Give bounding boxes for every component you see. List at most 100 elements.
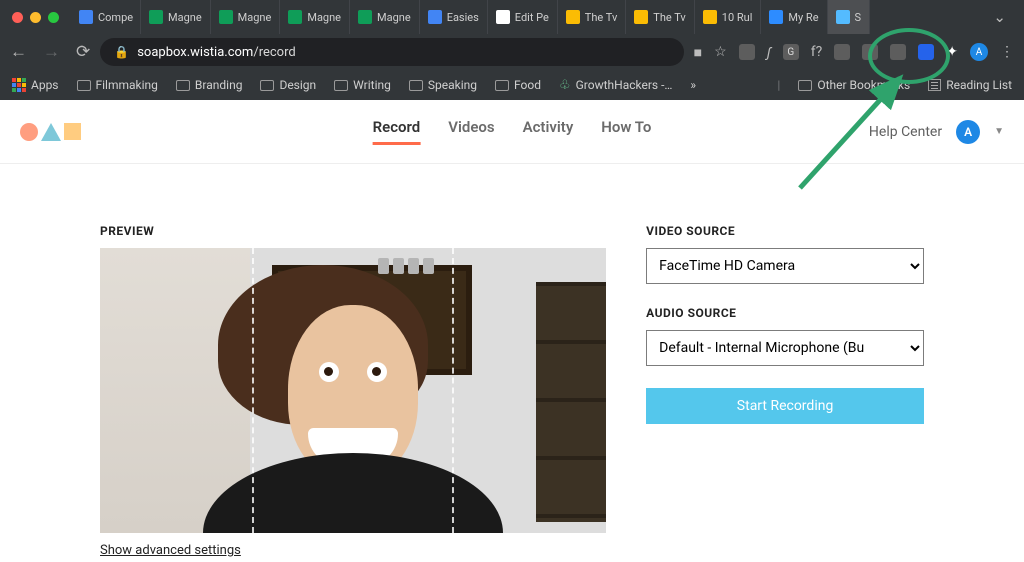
app-topnav: Record Videos Activity How To Help Center A…	[0, 100, 1024, 164]
folder-icon	[495, 80, 509, 91]
kebab-menu-icon[interactable]: ⋮	[1000, 44, 1014, 60]
browser-tab[interactable]: Magne	[141, 0, 211, 34]
preview-label: PREVIEW	[100, 224, 606, 238]
tab-label: Edit Pe	[515, 11, 549, 24]
ext-icon-7[interactable]	[890, 44, 906, 60]
advanced-settings-link[interactable]: Show advanced settings	[100, 543, 241, 558]
camera-icon[interactable]: ■	[694, 44, 702, 61]
apps-shortcut[interactable]: Apps	[12, 78, 59, 92]
browser-tab[interactable]: Easies	[420, 0, 488, 34]
bookmark-label: Branding	[195, 78, 243, 92]
logo-square-icon	[64, 123, 81, 140]
tab-strip: CompeMagneMagneMagneMagneEasiesEdit PeTh…	[71, 0, 977, 34]
tab-label: Easies	[447, 11, 479, 24]
camera-preview	[100, 248, 606, 533]
bookmark-label: Writing	[353, 78, 391, 92]
browser-tab[interactable]: The Tv	[626, 0, 694, 34]
back-icon[interactable]: ←	[10, 44, 27, 61]
logo-triangle-icon	[41, 123, 61, 141]
bookmark-folder[interactable]: Food	[495, 78, 541, 92]
browser-tab[interactable]: Compe	[71, 0, 141, 34]
reading-list[interactable]: Reading List	[928, 78, 1012, 92]
start-recording-button[interactable]: Start Recording	[646, 388, 924, 424]
folder-icon	[798, 80, 812, 91]
tab-label: S	[855, 11, 862, 24]
bookmark-folder[interactable]: Branding	[176, 78, 243, 92]
nav-link-videos[interactable]: Videos	[448, 118, 494, 145]
bookmark-folder[interactable]: Writing	[334, 78, 391, 92]
help-center-link[interactable]: Help Center	[869, 124, 942, 140]
nav-link-activity[interactable]: Activity	[523, 118, 574, 145]
ext-icon-6[interactable]	[862, 44, 878, 60]
reading-list-label: Reading List	[946, 78, 1012, 92]
tab-label: Magne	[307, 11, 341, 24]
ext-icon-5[interactable]	[834, 44, 850, 60]
tab-label: Compe	[98, 11, 133, 24]
docs-favicon	[428, 10, 442, 24]
bookmark-growthhackers[interactable]: ♧ GrowthHackers -…	[559, 78, 672, 93]
browser-tab[interactable]: 10 Rul	[695, 0, 762, 34]
window-controls[interactable]	[8, 12, 65, 23]
bookmark-folder[interactable]: Design	[260, 78, 316, 92]
chevron-down-icon[interactable]: ▼	[994, 126, 1004, 137]
bookmark-label: Design	[279, 78, 316, 92]
logo-circle-icon	[20, 123, 38, 141]
reading-list-icon	[928, 79, 941, 91]
browser-tab[interactable]: Magne	[211, 0, 281, 34]
ext-icon-3[interactable]: G	[783, 44, 799, 60]
bookmarks-bar: Apps Filmmaking Branding Design Writing Spea…	[0, 70, 1024, 100]
other-bookmarks[interactable]: Other Bookmarks	[798, 78, 910, 92]
folder-icon	[176, 80, 190, 91]
ext-icon-2[interactable]: ʃ	[767, 44, 771, 61]
bookmark-folder[interactable]: Filmmaking	[77, 78, 158, 92]
docs-favicon	[79, 10, 93, 24]
maximize-window-icon[interactable]	[48, 12, 59, 23]
forward-icon[interactable]: →	[43, 44, 60, 61]
browser-tab[interactable]: Magne	[350, 0, 420, 34]
browser-chrome: CompeMagneMagneMagneMagneEasiesEdit PeTh…	[0, 0, 1024, 100]
bookmark-label: Filmmaking	[96, 78, 158, 92]
bookmarks-overflow[interactable]: »	[690, 78, 696, 92]
toolbar-right: ■ ☆ ʃ G f? ✦ A ⋮	[694, 43, 1014, 61]
close-window-icon[interactable]	[12, 12, 23, 23]
nav-link-how-to[interactable]: How To	[601, 118, 651, 145]
wp-favicon	[496, 10, 510, 24]
url-text: soapbox.wistia.com/record	[137, 45, 296, 60]
url-field[interactable]: 🔒 soapbox.wistia.com/record	[100, 38, 683, 66]
bookmark-label: Food	[514, 78, 541, 92]
sheets-favicon	[288, 10, 302, 24]
folder-icon	[260, 80, 274, 91]
tab-label: My Re	[788, 11, 818, 24]
browser-tab[interactable]: Magne	[280, 0, 350, 34]
lock-icon: 🔒	[114, 45, 129, 59]
browser-tab[interactable]: My Re	[761, 0, 827, 34]
apps-icon	[12, 78, 26, 92]
reload-icon[interactable]: ⟳	[76, 44, 90, 61]
profile-avatar[interactable]: A	[970, 43, 988, 61]
tab-label: The Tv	[585, 11, 617, 24]
user-avatar[interactable]: A	[956, 120, 980, 144]
ext-icon-1[interactable]	[739, 44, 755, 60]
ext-icon-8[interactable]	[918, 44, 934, 60]
sheets-favicon	[358, 10, 372, 24]
star-icon[interactable]: ☆	[714, 44, 727, 60]
browser-tab[interactable]: S	[828, 0, 871, 34]
minimize-window-icon[interactable]	[30, 12, 41, 23]
address-bar: ← → ⟳ 🔒 soapbox.wistia.com/record ■ ☆ ʃ …	[0, 34, 1024, 70]
audio-source-label: AUDIO SOURCE	[646, 306, 924, 320]
chrome-favicon	[566, 10, 580, 24]
ext-icon-4[interactable]: f?	[811, 44, 822, 60]
extensions-icon[interactable]: ✦	[946, 44, 958, 60]
nav-link-record[interactable]: Record	[373, 118, 421, 145]
audio-source-select[interactable]: Default - Internal Microphone (Bu	[646, 330, 924, 366]
titlebar: CompeMagneMagneMagneMagneEasiesEdit PeTh…	[0, 0, 1024, 34]
video-source-select[interactable]: FaceTime HD Camera	[646, 248, 924, 284]
tab-label: Magne	[377, 11, 411, 24]
bookmark-folder[interactable]: Speaking	[409, 78, 477, 92]
sheets-favicon	[149, 10, 163, 24]
browser-tab[interactable]: Edit Pe	[488, 0, 558, 34]
browser-tab[interactable]: The Tv	[558, 0, 626, 34]
soapbox-logo[interactable]	[20, 123, 81, 141]
tab-overflow-icon[interactable]: ⌄	[983, 8, 1016, 26]
bookmark-label: Speaking	[428, 78, 477, 92]
